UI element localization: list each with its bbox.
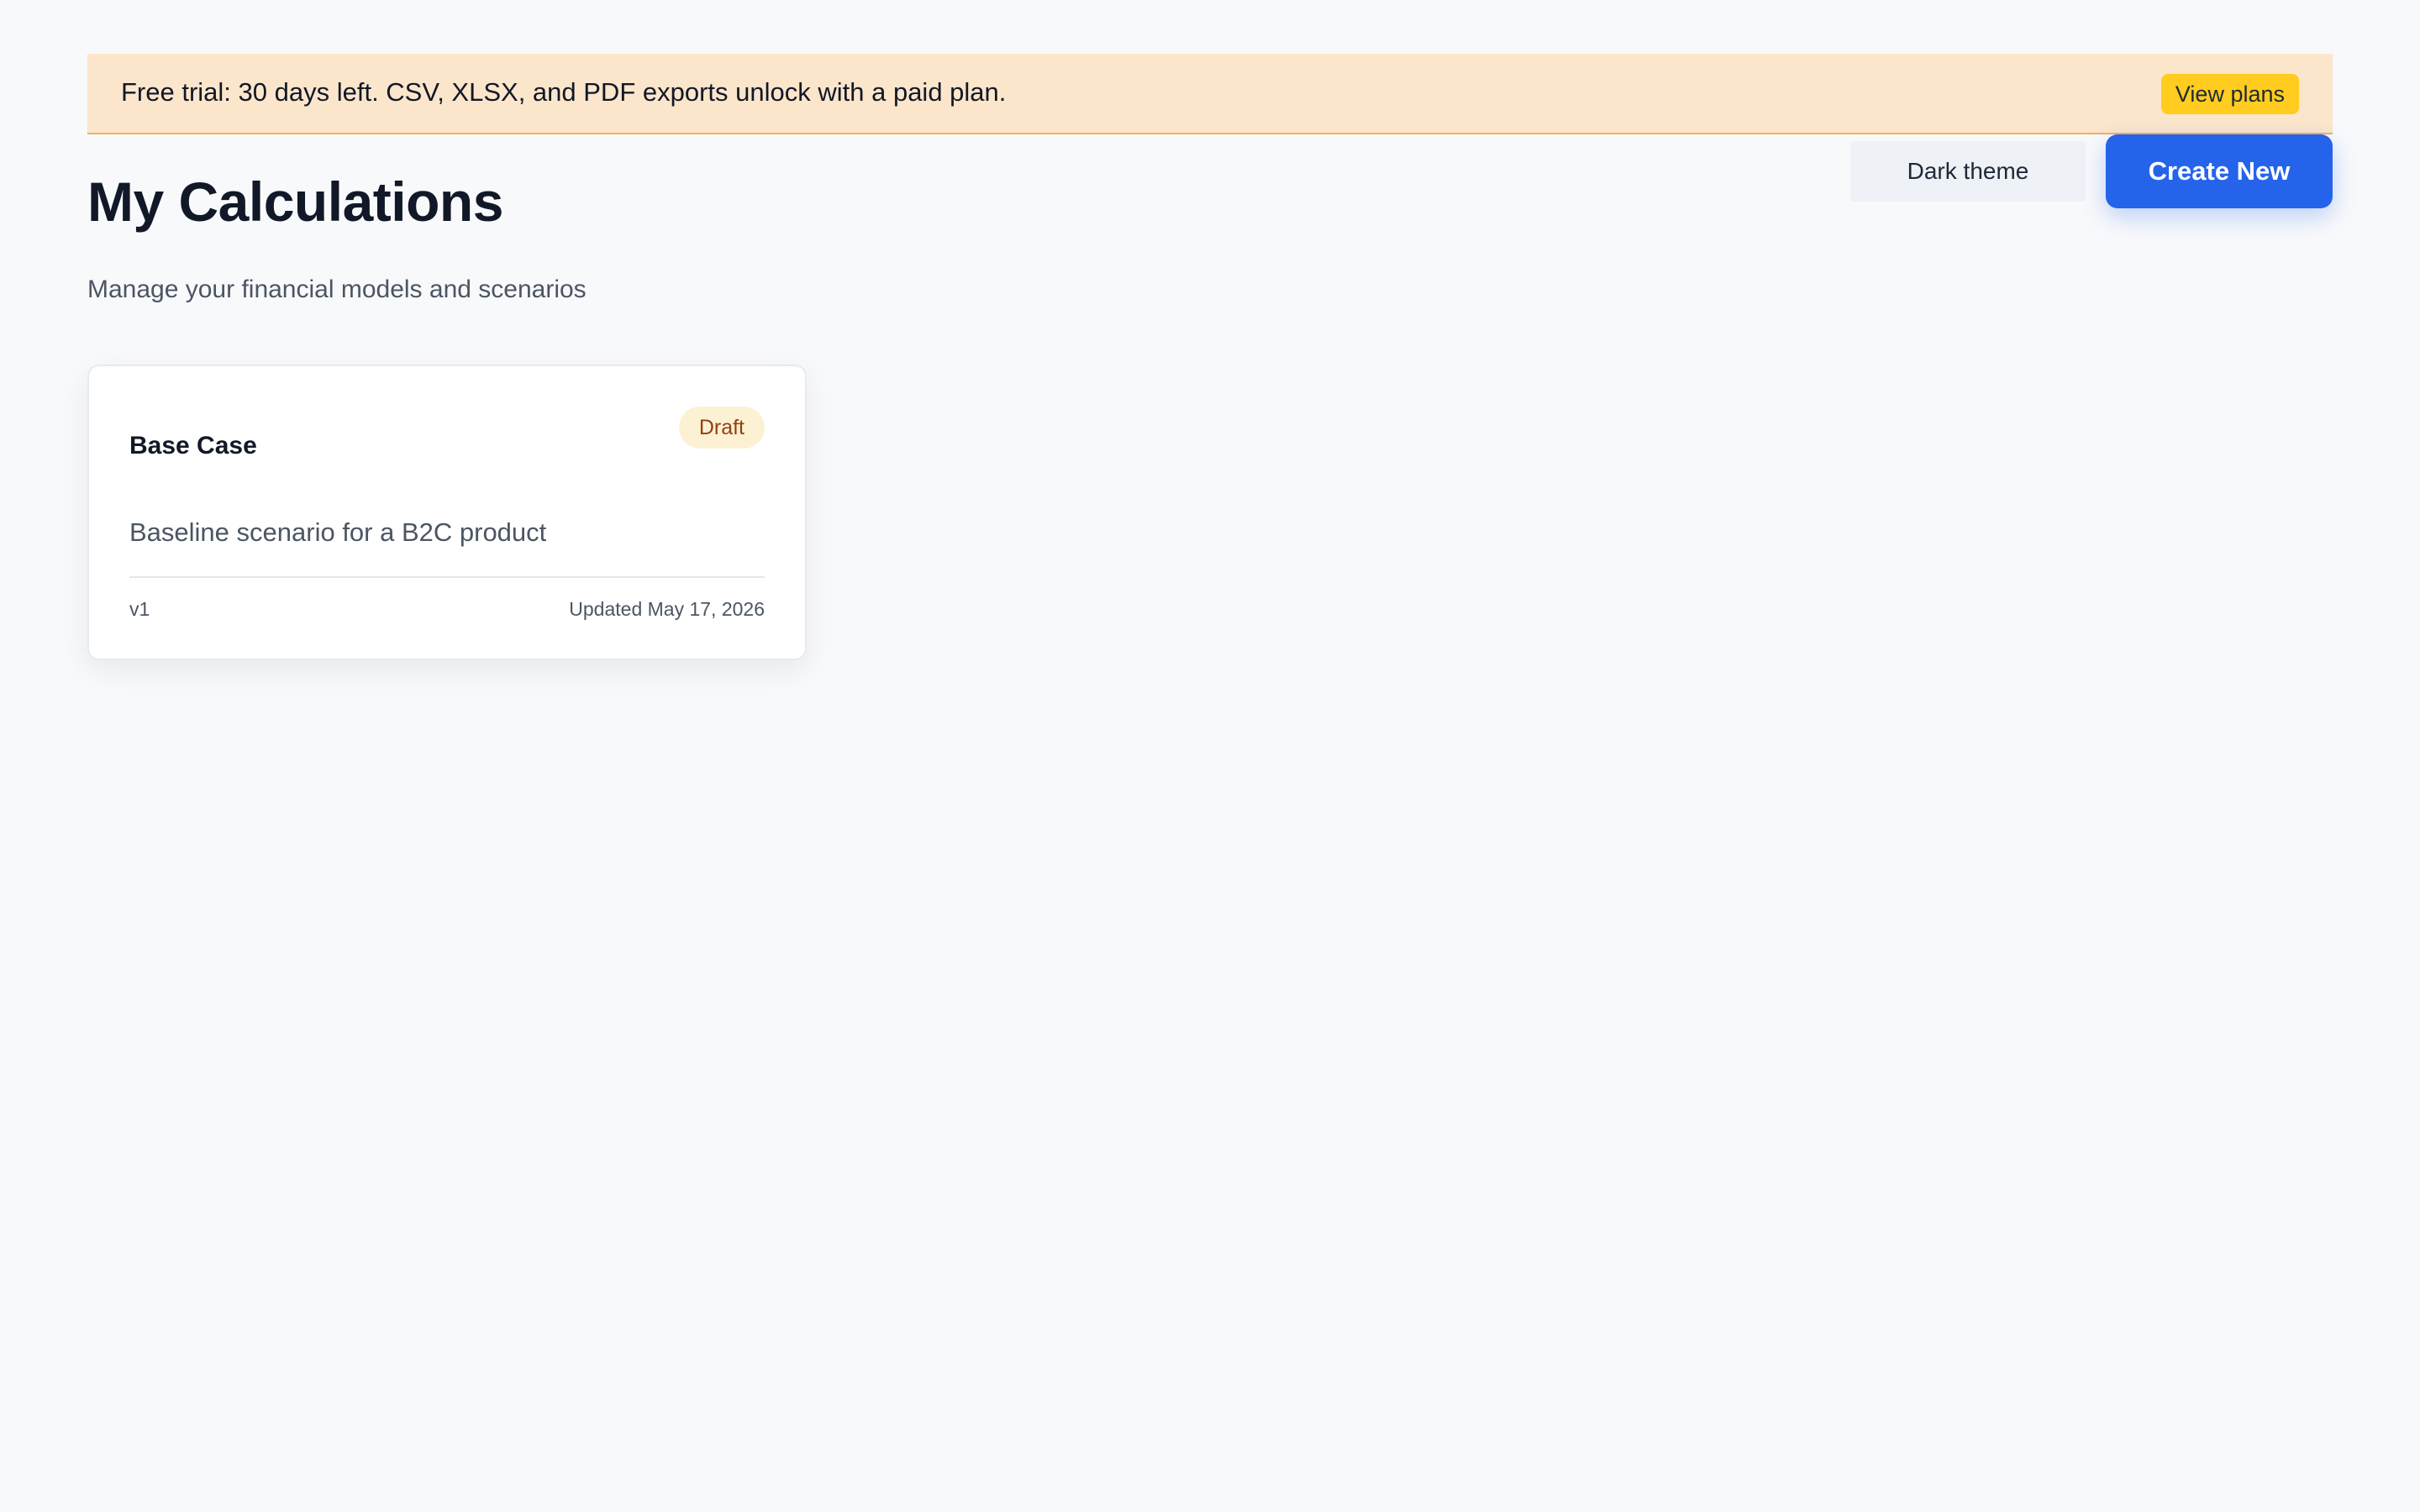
card-divider [129, 576, 765, 578]
dark-theme-toggle[interactable]: Dark theme [1850, 141, 2086, 202]
status-badge: Draft [678, 407, 765, 449]
card-description: Baseline scenario for a B2C product [129, 517, 547, 547]
card-title: Base Case [129, 432, 257, 459]
page-title: My Calculations [87, 171, 503, 233]
create-new-button[interactable]: Create New [2106, 134, 2333, 208]
page-container: Free trial: 30 days left. CSV, XLSX, and… [87, 54, 2333, 660]
page-subtitle: Manage your financial models and scenari… [87, 276, 587, 303]
card-version: v1 [129, 598, 150, 620]
calculation-card[interactable]: Base Case Draft Baseline scenario for a … [87, 365, 807, 660]
view-plans-button[interactable]: View plans [2160, 74, 2299, 114]
trial-banner: Free trial: 30 days left. CSV, XLSX, and… [87, 54, 2333, 134]
trial-message: Free trial: 30 days left. CSV, XLSX, and… [121, 77, 1007, 107]
card-updated-date: Updated May 17, 2026 [569, 598, 765, 620]
